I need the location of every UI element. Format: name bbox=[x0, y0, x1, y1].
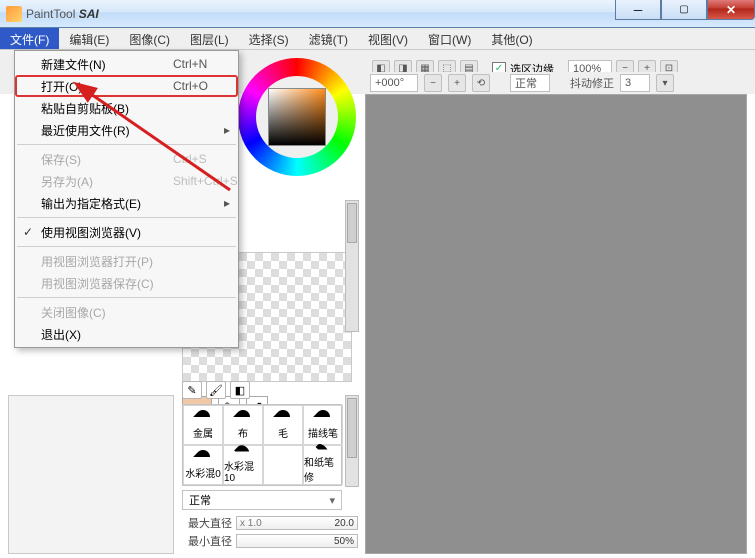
angle-reset-button[interactable]: ⟲ bbox=[472, 74, 490, 92]
menu-use-viewer[interactable]: 使用视图浏览器(V) bbox=[15, 221, 238, 243]
brush-preset-label: 描线笔 bbox=[308, 425, 338, 440]
menu-item-label: 关闭图像(C) bbox=[41, 304, 106, 321]
brush-preset[interactable]: 毛 bbox=[263, 405, 303, 445]
angle-inc-button[interactable]: + bbox=[448, 74, 466, 92]
slider-right-value: 20.0 bbox=[335, 518, 354, 529]
menu-exit[interactable]: 退出(X) bbox=[15, 323, 238, 345]
min-diameter-slider[interactable]: 50% bbox=[236, 534, 358, 548]
sv-picker[interactable] bbox=[268, 88, 326, 146]
menu-open[interactable]: 打开(O) Ctrl+O bbox=[15, 75, 238, 97]
app-icon bbox=[6, 6, 22, 22]
close-button[interactable] bbox=[707, 0, 755, 20]
eraser-tool-icon[interactable]: ◧ bbox=[230, 381, 250, 399]
menu-item-label: 打开(O) bbox=[41, 78, 82, 95]
menu-item-label: 使用视图浏览器(V) bbox=[41, 224, 141, 241]
menu-window[interactable]: 窗口(W) bbox=[418, 28, 481, 49]
menu-item-label: 另存为(A) bbox=[41, 173, 93, 190]
menu-layer[interactable]: 图层(L) bbox=[180, 28, 239, 49]
menu-filter[interactable]: 滤镜(T) bbox=[299, 28, 358, 49]
navigator-panel bbox=[8, 395, 174, 554]
color-panel: ✎ ↺ bbox=[238, 52, 356, 392]
brush-preset[interactable]: 水彩混0 bbox=[183, 445, 223, 485]
menu-edit[interactable]: 编辑(E) bbox=[59, 28, 119, 49]
menu-image[interactable]: 图像(C) bbox=[119, 28, 180, 49]
max-diameter-slider[interactable]: x 1.0 20.0 bbox=[236, 516, 358, 530]
pencil-tool-icon[interactable]: ✎ bbox=[182, 381, 202, 399]
menu-open-with-viewer: 用视图浏览器打开(P) bbox=[15, 250, 238, 272]
menu-select[interactable]: 选择(S) bbox=[239, 28, 299, 49]
brush-sliders: 最大直径 x 1.0 20.0 最小直径 50% bbox=[182, 514, 358, 550]
menu-separator bbox=[17, 217, 236, 218]
brush-blend-mode[interactable]: 正常 bbox=[182, 490, 342, 510]
brush-preset[interactable]: 描线笔 bbox=[303, 405, 343, 445]
menu-file[interactable]: 文件(F) bbox=[0, 28, 59, 49]
app-title-prefix: PaintTool bbox=[26, 7, 75, 21]
menu-item-label: 粘贴自剪贴板(B) bbox=[41, 100, 129, 117]
slider-right-value: 50% bbox=[334, 536, 354, 547]
title-bar: PaintTool SAI bbox=[0, 0, 755, 28]
maximize-button[interactable] bbox=[661, 0, 707, 20]
menu-bar: 文件(F) 编辑(E) 图像(C) 图层(L) 选择(S) 滤镜(T) 视图(V… bbox=[0, 28, 755, 50]
menu-item-label: 保存(S) bbox=[41, 151, 81, 168]
minimize-button[interactable] bbox=[615, 0, 661, 20]
menu-new-file[interactable]: 新建文件(N) Ctrl+N bbox=[15, 53, 238, 75]
brush-preset-label: 水彩混10 bbox=[224, 458, 262, 484]
brush-preset[interactable]: 金属 bbox=[183, 405, 223, 445]
brush-tool-icon[interactable]: 🖌 bbox=[206, 381, 226, 399]
color-wheel[interactable] bbox=[238, 58, 356, 176]
stabilizer-label: 抖动修正 bbox=[570, 75, 614, 91]
brush-preset-label: 布 bbox=[238, 425, 248, 440]
menu-item-shortcut: Ctrl+S bbox=[173, 152, 207, 166]
blend-mode-field[interactable]: 正常 bbox=[510, 74, 550, 92]
brush-scrollbar[interactable] bbox=[345, 395, 359, 487]
menu-recent-files[interactable]: 最近使用文件(R) bbox=[15, 119, 238, 141]
stabilizer-field[interactable]: 3 bbox=[620, 74, 650, 92]
menu-item-shortcut: Shift+Ctrl+S bbox=[173, 174, 238, 188]
menu-item-label: 用视图浏览器打开(P) bbox=[41, 253, 153, 270]
canvas-tool-icons: ✎ 🖌 ◧ bbox=[182, 380, 342, 400]
menu-item-label: 退出(X) bbox=[41, 326, 81, 343]
menu-item-shortcut: Ctrl+O bbox=[173, 79, 208, 93]
app-title: PaintTool SAI bbox=[26, 7, 99, 21]
menu-item-label: 新建文件(N) bbox=[41, 56, 106, 73]
menu-save-as: 另存为(A) Shift+Ctrl+S bbox=[15, 170, 238, 192]
texture-scrollbar[interactable] bbox=[345, 200, 359, 332]
menu-other[interactable]: 其他(O) bbox=[481, 28, 542, 49]
menu-item-shortcut: Ctrl+N bbox=[173, 57, 207, 71]
stabilizer-more-button[interactable]: ▾ bbox=[656, 74, 674, 92]
brush-preset[interactable]: 水彩混10 bbox=[223, 445, 263, 485]
app-title-name: SAI bbox=[79, 7, 99, 21]
window-buttons bbox=[615, 0, 755, 20]
brush-preset-label: 金属 bbox=[193, 425, 213, 440]
angle-field[interactable]: +000° bbox=[370, 74, 418, 92]
menu-item-label: 用视图浏览器保存(C) bbox=[41, 275, 154, 292]
brush-preset-label: 毛 bbox=[278, 425, 288, 440]
brush-preset-empty[interactable] bbox=[263, 445, 303, 485]
menu-view[interactable]: 视图(V) bbox=[358, 28, 418, 49]
menu-close-image: 关闭图像(C) bbox=[15, 301, 238, 323]
file-menu-dropdown: 新建文件(N) Ctrl+N 打开(O) Ctrl+O 粘贴自剪贴板(B) 最近使用… bbox=[14, 50, 239, 348]
menu-separator bbox=[17, 144, 236, 145]
brush-preset-grid: 金属 布 毛 描线笔 水彩混0 水彩混10 和纸笔修 bbox=[182, 404, 342, 486]
min-diameter-label: 最小直径 bbox=[182, 533, 232, 549]
canvas-viewport[interactable] bbox=[365, 94, 747, 554]
brush-preset-label: 水彩混0 bbox=[185, 465, 221, 480]
max-diameter-label: 最大直径 bbox=[182, 515, 232, 531]
brush-preset-label: 和纸笔修 bbox=[304, 454, 342, 484]
angle-dec-button[interactable]: − bbox=[424, 74, 442, 92]
menu-separator bbox=[17, 297, 236, 298]
menu-export-as[interactable]: 输出为指定格式(E) bbox=[15, 192, 238, 214]
brush-preset[interactable]: 和纸笔修 bbox=[303, 445, 343, 485]
menu-item-label: 最近使用文件(R) bbox=[41, 122, 130, 139]
menu-paste-clipboard[interactable]: 粘贴自剪贴板(B) bbox=[15, 97, 238, 119]
menu-separator bbox=[17, 246, 236, 247]
brush-preset[interactable]: 布 bbox=[223, 405, 263, 445]
menu-item-label: 输出为指定格式(E) bbox=[41, 195, 141, 212]
slider-left-value: x 1.0 bbox=[240, 518, 262, 529]
menu-save: 保存(S) Ctrl+S bbox=[15, 148, 238, 170]
menu-save-with-viewer: 用视图浏览器保存(C) bbox=[15, 272, 238, 294]
